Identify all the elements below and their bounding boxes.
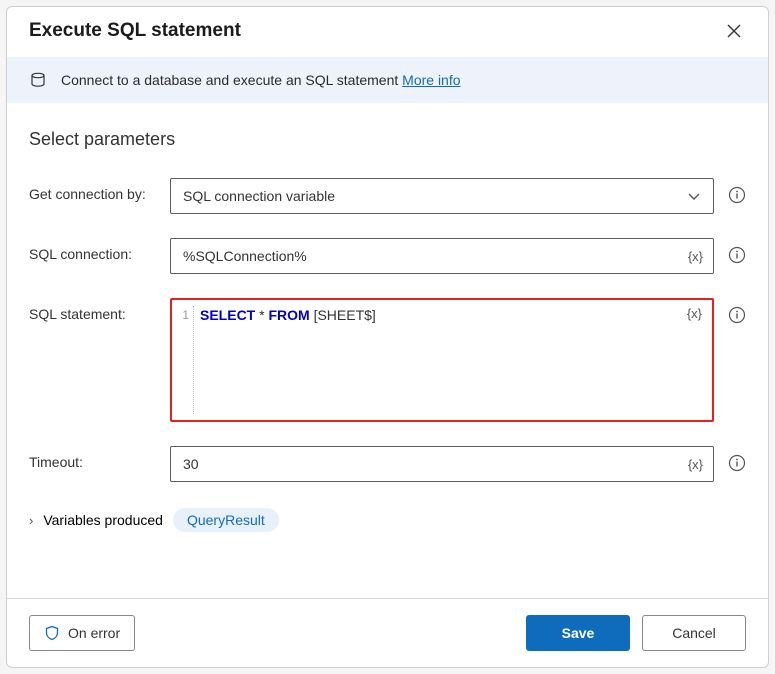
close-icon (726, 23, 742, 39)
shield-icon (44, 625, 60, 641)
dialog-footer: On error Save Cancel (7, 598, 768, 667)
label-sql-statement: SQL statement: (29, 298, 170, 322)
info-icon[interactable] (728, 186, 746, 204)
variable-picker-button[interactable]: {x} (687, 306, 702, 321)
chevron-down-icon (687, 189, 701, 203)
save-button[interactable]: Save (526, 615, 630, 651)
info-icon[interactable] (728, 306, 746, 324)
sql-keyword: FROM (268, 307, 309, 323)
sql-keyword: SELECT (200, 307, 255, 323)
line-number-gutter: 1 (180, 306, 194, 414)
field-timeout: Timeout: 30 {x} (29, 446, 746, 482)
variable-chip-queryresult[interactable]: QueryResult (173, 508, 279, 532)
cancel-button[interactable]: Cancel (642, 615, 746, 651)
variables-produced-row[interactable]: › Variables produced QueryResult (29, 508, 746, 532)
on-error-button[interactable]: On error (29, 615, 135, 651)
dialog-title: Execute SQL statement (29, 20, 241, 42)
execute-sql-dialog: Execute SQL statement Connect to a datab… (6, 6, 769, 668)
section-heading: Select parameters (29, 129, 746, 150)
label-get-connection-by: Get connection by: (29, 178, 170, 202)
sql-connection-value: %SQLConnection% (183, 248, 307, 264)
info-text: Connect to a database and execute an SQL… (61, 72, 402, 88)
field-sql-statement: SQL statement: 1 SELECT * FROM [SHEET$] … (29, 298, 746, 422)
info-text-wrap: Connect to a database and execute an SQL… (61, 72, 461, 88)
cancel-label: Cancel (672, 625, 716, 641)
more-info-link[interactable]: More info (402, 72, 460, 88)
database-icon (29, 71, 47, 89)
get-connection-by-value: SQL connection variable (183, 188, 335, 204)
timeout-input[interactable]: 30 {x} (170, 446, 714, 482)
dialog-header: Execute SQL statement (7, 7, 768, 57)
sql-statement-editor[interactable]: 1 SELECT * FROM [SHEET$] {x} (170, 298, 714, 422)
sql-text: [SHEET$] (310, 307, 376, 323)
field-get-connection-by: Get connection by: SQL connection variab… (29, 178, 746, 214)
info-icon[interactable] (728, 454, 746, 472)
timeout-value: 30 (183, 456, 199, 472)
variable-picker-button[interactable]: {x} (688, 249, 703, 264)
field-sql-connection: SQL connection: %SQLConnection% {x} (29, 238, 746, 274)
label-timeout: Timeout: (29, 446, 170, 470)
sql-code-content: SELECT * FROM [SHEET$] (200, 306, 702, 324)
on-error-label: On error (68, 625, 120, 641)
variable-picker-button[interactable]: {x} (688, 457, 703, 472)
save-label: Save (562, 625, 595, 641)
close-button[interactable] (722, 19, 746, 43)
info-icon[interactable] (728, 246, 746, 264)
get-connection-by-select[interactable]: SQL connection variable (170, 178, 714, 214)
dialog-content: Select parameters Get connection by: SQL… (7, 103, 768, 598)
info-bar: Connect to a database and execute an SQL… (7, 57, 768, 103)
chevron-right-icon: › (29, 513, 33, 528)
sql-text: * (255, 307, 268, 323)
variables-produced-label: Variables produced (43, 512, 163, 528)
sql-connection-input[interactable]: %SQLConnection% {x} (170, 238, 714, 274)
footer-right: Save Cancel (526, 615, 746, 651)
label-sql-connection: SQL connection: (29, 238, 170, 262)
line-number: 1 (182, 308, 189, 322)
